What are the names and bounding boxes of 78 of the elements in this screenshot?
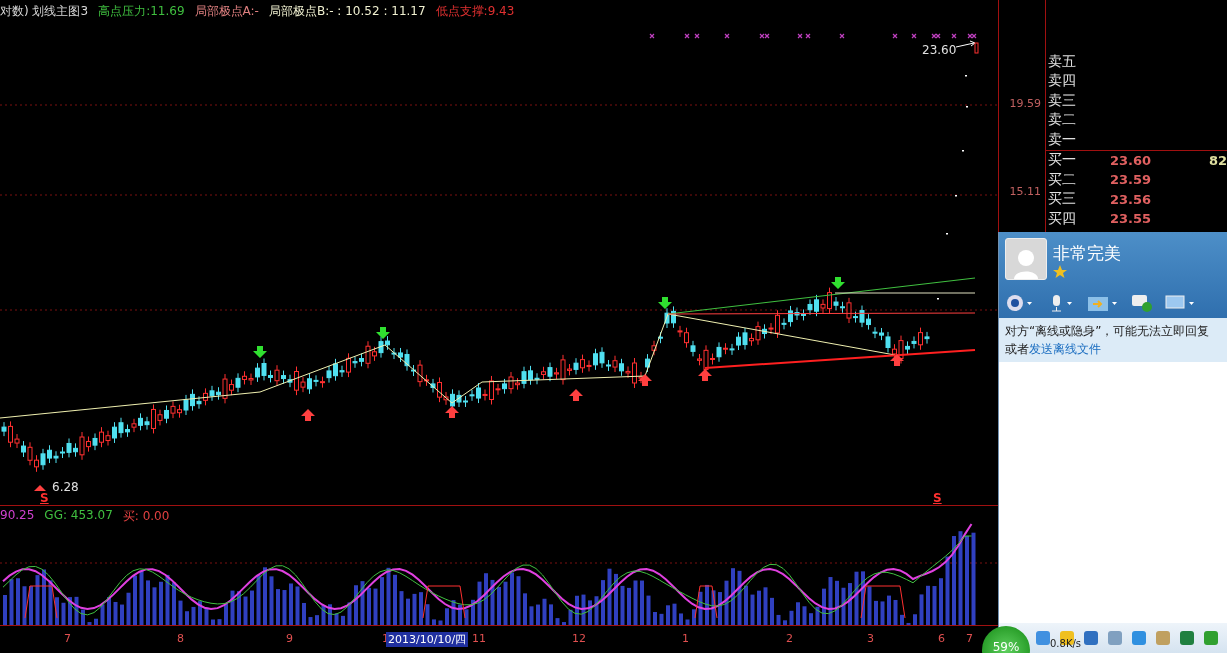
order-level: 卖五 bbox=[1047, 52, 1077, 71]
signal-mark: S bbox=[40, 491, 49, 505]
signal-pulse bbox=[694, 585, 718, 619]
buy-arrow-icon bbox=[569, 389, 583, 401]
cross-mark bbox=[724, 33, 730, 39]
axis-label: 7 bbox=[965, 632, 974, 645]
order-level: 买三 bbox=[1047, 190, 1077, 209]
cross-mark bbox=[839, 33, 845, 39]
signal-pulse bbox=[422, 585, 466, 619]
signal-pulse bbox=[860, 585, 906, 619]
indicator-value: 局部极点B:- : 10.52 : 11.17 bbox=[268, 3, 426, 20]
star-icon bbox=[1053, 265, 1067, 278]
order-level: 卖二 bbox=[1047, 111, 1077, 130]
contact-name: 非常完美 bbox=[1053, 242, 1121, 265]
signal-pulse bbox=[24, 585, 58, 619]
indicator-value: 90.25 bbox=[0, 508, 35, 524]
send-offline-file-link[interactable]: 发送离线文件 bbox=[1029, 342, 1101, 356]
order-level: 买四 bbox=[1047, 209, 1077, 228]
axis-label: 7 bbox=[63, 632, 72, 645]
leader-arrow bbox=[955, 40, 976, 48]
low-arrow-icon bbox=[34, 485, 46, 491]
order-level: 卖三 bbox=[1047, 91, 1077, 110]
indicator-value: 买: 0.00 bbox=[122, 508, 170, 525]
axis-label: 12 bbox=[571, 632, 587, 645]
buy-arrow-icon bbox=[638, 374, 652, 386]
order-level: 卖一 bbox=[1047, 130, 1077, 149]
order-level: 买二 bbox=[1047, 170, 1077, 189]
cross-mark bbox=[951, 33, 957, 39]
buy-arrow-icon bbox=[698, 369, 712, 381]
cross-mark bbox=[805, 33, 811, 39]
indicator-value: GG: 453.07 bbox=[44, 508, 113, 524]
axis-label: 19.59 bbox=[1009, 97, 1041, 110]
progress-badge: 59% bbox=[982, 626, 1030, 653]
buy-arrow-icon bbox=[890, 354, 904, 366]
order-price: 23.55 bbox=[1110, 211, 1153, 227]
buy-arrow-icon bbox=[301, 409, 315, 421]
avatar bbox=[1005, 238, 1047, 280]
screen-icon[interactable] bbox=[1165, 294, 1195, 312]
order-level: 买一 bbox=[1047, 151, 1077, 170]
axis-label: 9 bbox=[285, 632, 294, 645]
price-label: 23.60 bbox=[922, 43, 957, 57]
axis-label: 8 bbox=[176, 632, 185, 645]
price-label: 6.28 bbox=[52, 480, 79, 494]
cursor-date: 2013/10/10/四 bbox=[386, 632, 469, 647]
cross-mark bbox=[911, 33, 917, 39]
order-price: 23.56 bbox=[1110, 191, 1153, 207]
order-volume: 82 bbox=[1207, 152, 1227, 168]
network-speed: 0.8K/s bbox=[1050, 638, 1082, 649]
axis-label: 6 bbox=[937, 632, 946, 645]
indicator-value: 高点压力:11.69 bbox=[98, 3, 185, 20]
sell-arrow-icon bbox=[376, 327, 390, 339]
cross-mark bbox=[684, 33, 690, 39]
message-icon[interactable] bbox=[1131, 294, 1153, 312]
axis-label: 1 bbox=[681, 632, 690, 645]
sell-arrow-icon bbox=[831, 277, 845, 289]
cross-mark bbox=[797, 33, 803, 39]
folder-icon[interactable] bbox=[1087, 294, 1119, 312]
chart-title: 对数) 划线主图3 bbox=[0, 3, 89, 20]
candlestick bbox=[974, 42, 979, 54]
order-price: 23.59 bbox=[1110, 172, 1153, 188]
cross-mark bbox=[694, 33, 700, 39]
buy-arrow-icon bbox=[445, 406, 459, 418]
axis-label: 3 bbox=[866, 632, 875, 645]
notice-text: 对方“离线或隐身”，可能无法立即回复 bbox=[1005, 323, 1211, 340]
cross-mark bbox=[649, 33, 655, 39]
camera-icon[interactable] bbox=[1005, 294, 1035, 312]
sell-arrow-icon bbox=[658, 297, 672, 309]
indicator-value: 低点支撑:9.43 bbox=[435, 3, 515, 20]
cross-mark bbox=[892, 33, 898, 39]
order-level: 卖四 bbox=[1047, 72, 1077, 91]
axis-label: 2 bbox=[785, 632, 794, 645]
indicator-value: 局部极点A:- bbox=[194, 3, 259, 20]
axis-label: 11 bbox=[471, 632, 487, 645]
notice-text: 或者 bbox=[1005, 342, 1029, 356]
sell-arrow-icon bbox=[253, 346, 267, 358]
axis-label: 15.11 bbox=[1009, 185, 1041, 198]
signal-mark: S bbox=[933, 491, 942, 505]
order-price: 23.60 bbox=[1110, 152, 1153, 168]
